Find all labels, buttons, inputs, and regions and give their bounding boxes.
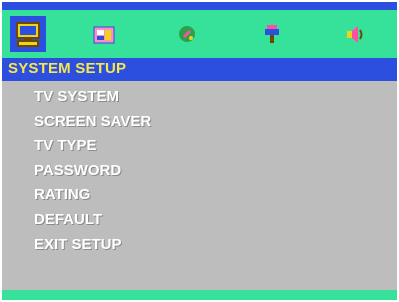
bottom-bar bbox=[2, 290, 397, 300]
menu-item-exit-setup[interactable]: EXIT SETUP bbox=[34, 234, 151, 259]
menu-item-tv-system[interactable]: TV SYSTEM bbox=[34, 86, 151, 111]
menu-item-password[interactable]: PASSWORD bbox=[34, 160, 151, 185]
setup-menu: TV SYSTEM SCREEN SAVER TV TYPE PASSWORD … bbox=[34, 86, 151, 258]
video-setup-icon[interactable] bbox=[254, 16, 290, 52]
menu-item-screen-saver[interactable]: SCREEN SAVER bbox=[34, 111, 151, 136]
system-setup-icon[interactable] bbox=[10, 16, 46, 52]
page-title: SYSTEM SETUP bbox=[8, 60, 127, 77]
language-setup-icon[interactable] bbox=[86, 16, 122, 52]
menu-header: SYSTEM SETUP bbox=[2, 58, 397, 81]
menu-item-tv-type[interactable]: TV TYPE bbox=[34, 135, 151, 160]
top-bar bbox=[2, 2, 397, 10]
menu-item-rating[interactable]: RATING bbox=[34, 184, 151, 209]
menu-item-default[interactable]: DEFAULT bbox=[34, 209, 151, 234]
speaker-setup-icon[interactable] bbox=[336, 16, 372, 52]
setup-tab-bar bbox=[2, 10, 397, 58]
setup-screen: SYSTEM SETUP TV SYSTEM SCREEN SAVER TV T… bbox=[2, 2, 397, 300]
audio-setup-icon[interactable] bbox=[169, 16, 205, 52]
